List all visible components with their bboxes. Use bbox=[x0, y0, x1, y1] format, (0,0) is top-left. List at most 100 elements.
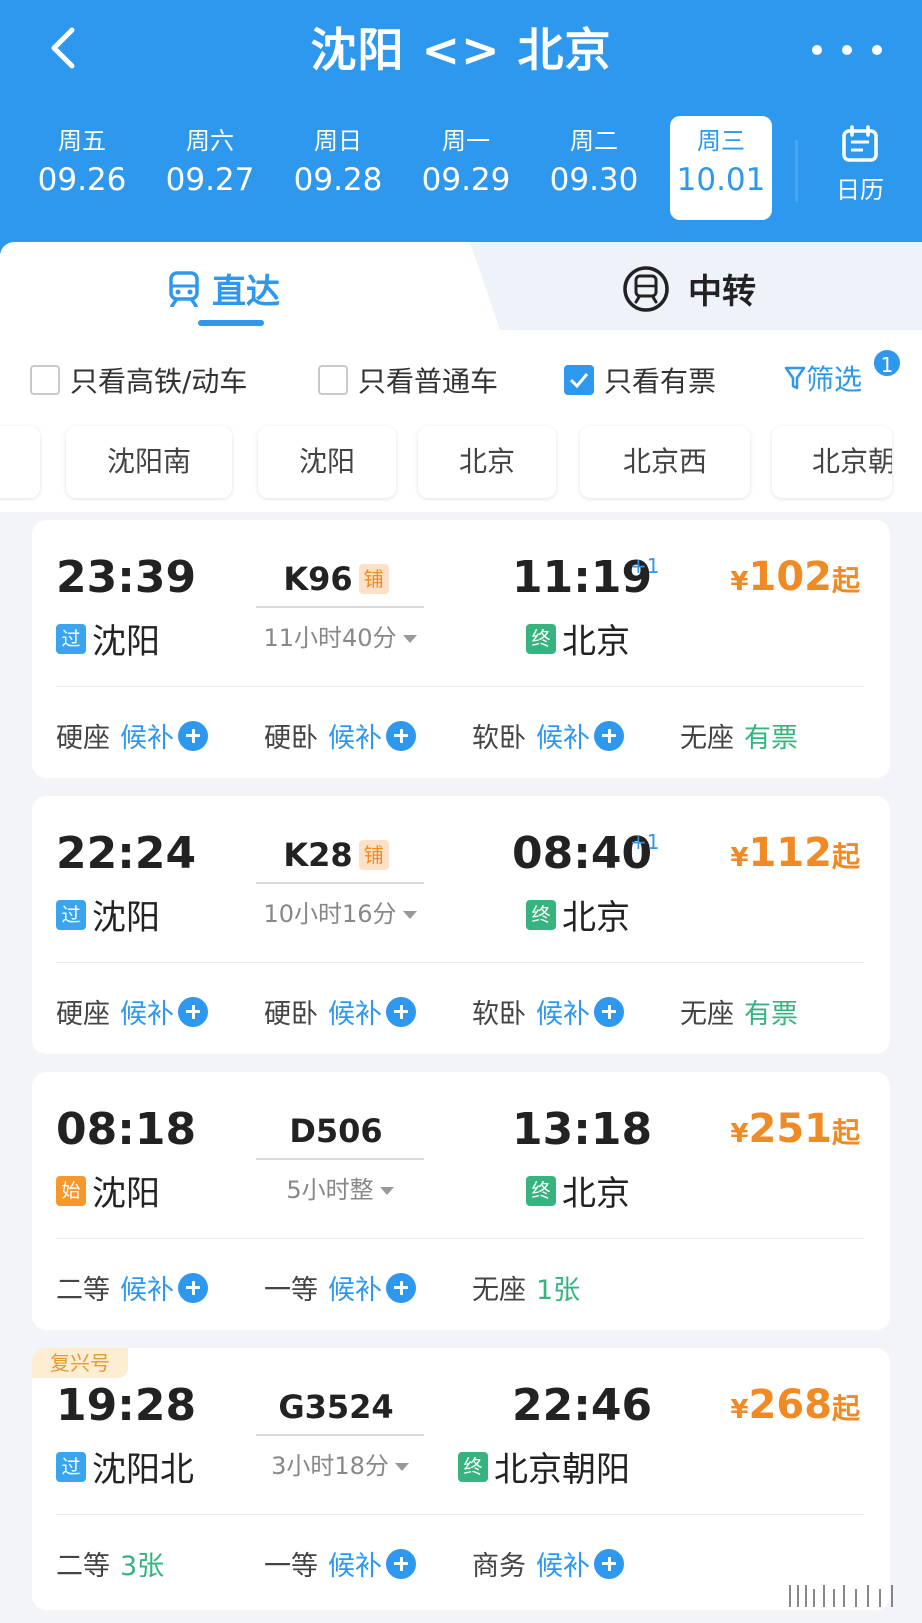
date-tab[interactable]: 周二 09.30 bbox=[530, 116, 658, 220]
seat-option[interactable]: 二等 3张 bbox=[56, 1544, 164, 1583]
seat-status: 候补 bbox=[328, 999, 382, 1030]
seat-option[interactable]: 二等 候补 bbox=[56, 1268, 208, 1307]
checkbox-checked-icon bbox=[564, 365, 594, 395]
plus-circle-icon[interactable] bbox=[594, 720, 624, 751]
filter-high-speed-checkbox[interactable]: 只看高铁/动车 bbox=[30, 360, 247, 400]
date-tab-selected[interactable]: 周三 10.01 bbox=[670, 116, 772, 220]
station-chip[interactable]: 沈阳 bbox=[258, 426, 396, 498]
seat-option[interactable]: 软卧 候补 bbox=[472, 716, 624, 755]
price-value: 251 bbox=[748, 1106, 832, 1152]
calendar-button[interactable]: 日历 bbox=[820, 124, 900, 205]
arrival-station: 终 北京 bbox=[526, 614, 630, 663]
price: ¥112起 bbox=[730, 830, 860, 876]
station-chip[interactable]: 北京西 bbox=[580, 426, 750, 498]
arrival-station: 终 北京 bbox=[526, 1166, 630, 1215]
plus-circle-icon[interactable] bbox=[594, 996, 624, 1027]
filter-high-speed-label: 只看高铁/动车 bbox=[70, 365, 248, 398]
seat-status: 候补 bbox=[536, 1551, 590, 1582]
seat-name: 软卧 bbox=[472, 999, 526, 1030]
departure-station: 过 沈阳 bbox=[56, 890, 160, 939]
train-card[interactable]: 22:24 过 沈阳 K28 铺 10小时16分 08:40 +1 终 北京 ¥… bbox=[32, 796, 890, 1054]
divider bbox=[56, 962, 864, 963]
header: 沈阳 <> 北京 周五 09.26 周六 09.27 周日 09.28 周一 0… bbox=[0, 0, 922, 262]
plus-circle-icon[interactable] bbox=[386, 996, 416, 1027]
divider bbox=[56, 686, 864, 687]
terminal-tag: 终 bbox=[526, 623, 556, 654]
plus-circle-icon[interactable] bbox=[386, 720, 416, 751]
date-weekday: 周五 bbox=[58, 127, 106, 155]
date-tab[interactable]: 周日 09.28 bbox=[274, 116, 402, 220]
seat-option[interactable]: 无座 有票 bbox=[680, 992, 798, 1031]
more-button[interactable] bbox=[812, 30, 882, 70]
divider bbox=[56, 1514, 864, 1515]
plus-circle-icon[interactable] bbox=[386, 1548, 416, 1579]
date-tab[interactable]: 周五 09.26 bbox=[18, 116, 146, 220]
caret-down-icon bbox=[402, 911, 417, 919]
station-chip[interactable]: 北京朝 bbox=[772, 426, 892, 498]
seat-name: 无座 bbox=[680, 999, 734, 1030]
duration-text: 5小时整 bbox=[286, 1176, 374, 1204]
plus-circle-icon[interactable] bbox=[386, 1272, 416, 1303]
plus-circle-icon[interactable] bbox=[178, 996, 208, 1027]
tab-direct[interactable]: 直达 bbox=[168, 264, 280, 313]
more-dot-icon bbox=[872, 45, 882, 55]
plus-circle-icon[interactable] bbox=[178, 720, 208, 751]
departure-station: 过 沈阳 bbox=[56, 614, 160, 663]
train-number: K28 铺 bbox=[248, 836, 424, 874]
seat-option[interactable]: 商务 候补 bbox=[472, 1544, 624, 1583]
station-chip[interactable]: 北京 bbox=[418, 426, 556, 498]
pass-tag: 过 bbox=[56, 1451, 86, 1482]
train-number: G3524 bbox=[248, 1388, 424, 1426]
seat-option[interactable]: 一等 候补 bbox=[264, 1268, 416, 1307]
duration[interactable]: 10小时16分 bbox=[232, 894, 448, 929]
seat-option[interactable]: 无座 有票 bbox=[680, 716, 798, 755]
plus-circle-icon[interactable] bbox=[594, 1548, 624, 1579]
train-icon bbox=[169, 270, 199, 307]
seat-list: 硬座 候补 硬卧 候补 软卧 候补 无座 有票 bbox=[56, 716, 876, 756]
departure-time: 23:39 bbox=[56, 552, 197, 603]
duration-text: 10小时16分 bbox=[263, 900, 397, 928]
divider bbox=[56, 1238, 864, 1239]
train-card[interactable]: 23:39 过 沈阳 K96 铺 11小时40分 11:19 +1 终 北京 ¥… bbox=[32, 520, 890, 778]
seat-option[interactable]: 硬座 候补 bbox=[56, 716, 208, 755]
seat-list: 硬座 候补 硬卧 候补 软卧 候补 无座 有票 bbox=[56, 992, 876, 1032]
filter-regular-checkbox[interactable]: 只看普通车 bbox=[318, 360, 498, 400]
seat-name: 二等 bbox=[56, 1275, 110, 1306]
arrival-station: 终 北京朝阳 bbox=[458, 1442, 630, 1491]
train-card[interactable]: 复兴号 19:28 过 沈阳北 G3524 3小时18分 22:46 终 北京朝… bbox=[32, 1348, 890, 1610]
duration[interactable]: 11小时40分 bbox=[232, 618, 448, 653]
departure-time: 08:18 bbox=[56, 1104, 197, 1155]
plus-circle-icon[interactable] bbox=[178, 1272, 208, 1303]
departure-station: 过 沈阳北 bbox=[56, 1442, 194, 1491]
departure-station: 始 沈阳 bbox=[56, 1166, 160, 1215]
filter-button[interactable]: 筛选 bbox=[784, 358, 862, 398]
price-value: 112 bbox=[748, 830, 832, 876]
date-tab[interactable]: 周一 09.29 bbox=[402, 116, 530, 220]
station-chip[interactable]: 沈阳南 bbox=[66, 426, 232, 498]
tab-transfer[interactable]: 中转 bbox=[622, 264, 756, 313]
station-chip-partial[interactable] bbox=[0, 426, 40, 498]
station-chips: 沈阳南 沈阳 北京 北京西 北京朝 bbox=[0, 420, 922, 512]
funnel-icon bbox=[784, 366, 806, 390]
seat-option[interactable]: 无座 1张 bbox=[472, 1268, 580, 1307]
filter-available-checkbox[interactable]: 只看有票 bbox=[564, 360, 716, 400]
caret-down-icon bbox=[379, 1187, 394, 1195]
divider bbox=[795, 140, 798, 202]
seat-status: 1张 bbox=[536, 1275, 581, 1306]
more-dot-icon bbox=[842, 45, 852, 55]
seat-status: 有票 bbox=[744, 723, 798, 754]
seat-option[interactable]: 硬座 候补 bbox=[56, 992, 208, 1031]
seat-option[interactable]: 软卧 候补 bbox=[472, 992, 624, 1031]
duration[interactable]: 5小时整 bbox=[232, 1170, 448, 1205]
date-value: 09.27 bbox=[165, 162, 255, 198]
departure-station-name: 沈阳北 bbox=[92, 1450, 194, 1490]
seat-option[interactable]: 硬卧 候补 bbox=[264, 716, 416, 755]
date-tab[interactable]: 周六 09.27 bbox=[146, 116, 274, 220]
seat-name: 硬卧 bbox=[264, 723, 318, 754]
seat-option[interactable]: 一等 候补 bbox=[264, 1544, 416, 1583]
train-card[interactable]: 08:18 始 沈阳 D506 5小时整 13:18 终 北京 ¥251起 二等… bbox=[32, 1072, 890, 1330]
sleeper-tag: 铺 bbox=[358, 564, 389, 594]
duration[interactable]: 3小时18分 bbox=[232, 1446, 448, 1481]
seat-option[interactable]: 硬卧 候补 bbox=[264, 992, 416, 1031]
seat-name: 硬座 bbox=[56, 723, 110, 754]
